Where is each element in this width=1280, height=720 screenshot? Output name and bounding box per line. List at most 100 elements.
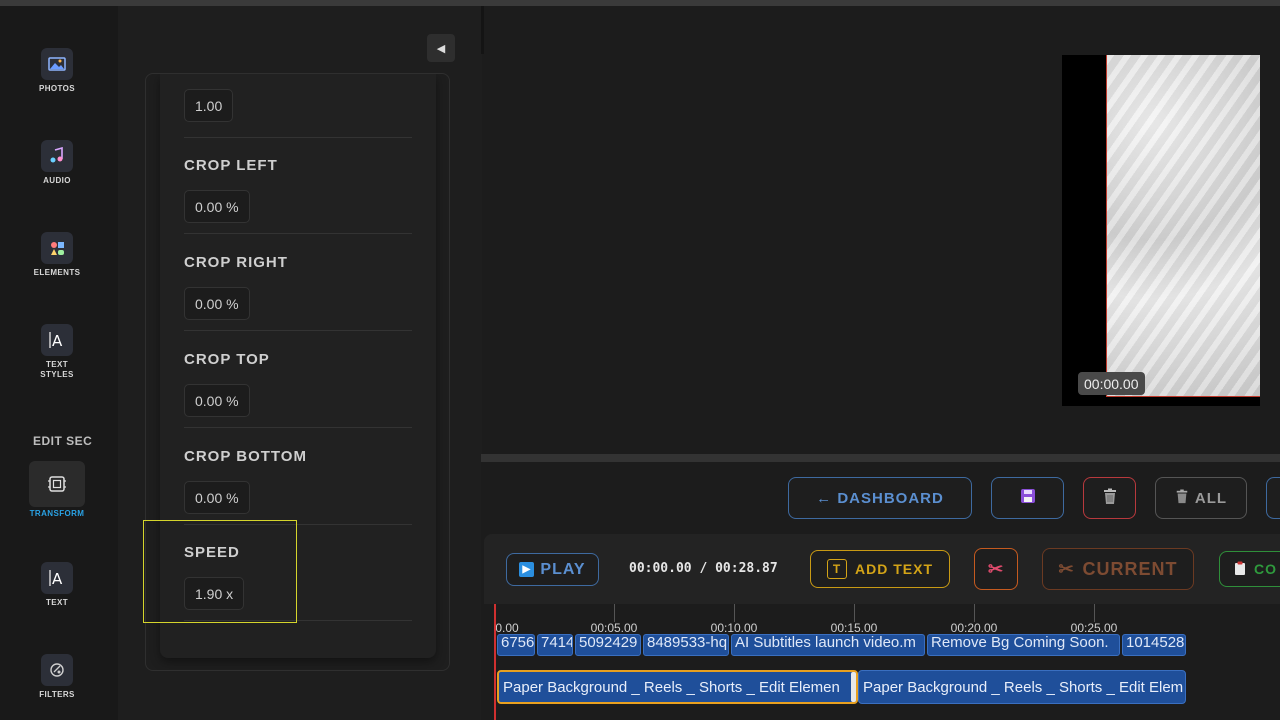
- play-button[interactable]: ▶ PLAY: [506, 553, 599, 586]
- sidebar-item-label: TEXT STYLES: [40, 360, 74, 380]
- collapse-left-icon: ◀: [436, 42, 446, 55]
- audio-icon: [41, 140, 73, 172]
- scissors-icon: ✂: [1058, 558, 1075, 579]
- opacity-input[interactable]: 1.00: [184, 89, 234, 122]
- text-icon: T: [827, 559, 847, 579]
- sidebar: PHOTOS AUDIO ELEMENTS A TEXT STYLES EDIT…: [0, 6, 118, 720]
- trash-icon: [1102, 488, 1118, 509]
- speed-highlight-box: [143, 520, 297, 623]
- tick-mark: [734, 604, 735, 622]
- copy-button[interactable]: CO: [1219, 551, 1280, 587]
- delete-all-label: ALL: [1194, 489, 1228, 507]
- crop-right-label: CROP RIGHT: [184, 254, 288, 271]
- timeline-clip[interactable]: 6756: [497, 634, 535, 656]
- sidebar-item-label: ELEMENTS: [33, 268, 81, 277]
- timeline-clip[interactable]: Paper Background _ Reels _ Shorts _ Edit…: [858, 670, 1186, 704]
- sidebar-item-transform[interactable]: TRANSFORM: [14, 461, 100, 519]
- play-label: PLAY: [540, 560, 586, 578]
- elements-icon: [41, 232, 73, 264]
- crop-left-property: CROP LEFT 0.00 %: [184, 157, 412, 223]
- clip-label: Paper Background _ Reels _ Shorts _ Edit…: [503, 678, 840, 696]
- copy-label: CO: [1254, 561, 1277, 577]
- tick-mark: [1094, 604, 1095, 622]
- add-text-label: ADD TEXT: [855, 561, 933, 577]
- sidebar-item-audio[interactable]: AUDIO: [14, 140, 100, 186]
- timeline-clip[interactable]: 1014528: [1122, 634, 1186, 656]
- scissors-icon: ✂: [987, 558, 1005, 579]
- timeline-clip[interactable]: AI Subtitles launch video.m: [731, 634, 925, 656]
- preview-frame-image: [1106, 55, 1260, 397]
- sidebar-item-filters[interactable]: FILTERS: [14, 654, 100, 700]
- svg-text:A: A: [52, 570, 63, 588]
- sidebar-item-label: AUDIO: [43, 176, 71, 185]
- text-styles-icon: A: [41, 324, 73, 356]
- crop-right-input[interactable]: 0.00 %: [184, 287, 250, 320]
- crop-bottom-input[interactable]: 0.00 %: [184, 481, 250, 514]
- preview-time-badge: 00:00.00: [1078, 372, 1145, 395]
- delete-button[interactable]: [1083, 477, 1136, 519]
- split-current-button[interactable]: ✂ CURRENT: [1042, 548, 1194, 590]
- edit-section-label: EDIT SEC: [33, 434, 93, 448]
- sidebar-item-label: PHOTOS: [38, 84, 76, 93]
- crop-top-input[interactable]: 0.00 %: [184, 384, 250, 417]
- divider: [184, 233, 412, 234]
- clip-trim-handle[interactable]: [851, 672, 856, 702]
- filters-icon: [41, 654, 73, 686]
- tick-mark: [614, 604, 615, 622]
- divider: [184, 427, 412, 428]
- timecode-display: 00:00.00 / 00:28.87: [629, 561, 778, 576]
- timeline-ruler[interactable]: 0.00 00:05.00 00:10.00 00:15.00 00:20.00…: [494, 604, 1187, 635]
- tick-label: 00:20.00: [950, 621, 998, 635]
- timeline-clip[interactable]: 5092429: [575, 634, 641, 656]
- tick-label: 00:10.00: [710, 621, 758, 635]
- clip-label: Paper Background _ Reels _ Shorts _ Edit…: [863, 678, 1184, 696]
- sidebar-item-text[interactable]: A TEXT: [14, 562, 100, 608]
- divider: [184, 330, 412, 331]
- opacity-property: 1.00: [184, 74, 412, 122]
- crop-bottom-label: CROP BOTTOM: [184, 448, 307, 465]
- crop-top-property: CROP TOP 0.00 %: [184, 351, 412, 417]
- sidebar-item-photos[interactable]: PHOTOS: [14, 48, 100, 94]
- sidebar-item-label: FILTERS: [39, 690, 75, 699]
- play-icon: ▶: [519, 562, 535, 577]
- save-button[interactable]: [991, 477, 1064, 519]
- timeline-clip[interactable]: 8489533-hq: [643, 634, 729, 656]
- crop-right-property: CROP RIGHT 0.00 %: [184, 254, 412, 320]
- sidebar-item-text-styles[interactable]: A TEXT STYLES: [14, 324, 100, 381]
- resize-handle[interactable]: [481, 454, 1280, 462]
- sidebar-item-elements[interactable]: ELEMENTS: [14, 232, 100, 278]
- crop-left-input[interactable]: 0.00 %: [184, 190, 250, 223]
- split-button[interactable]: ✂: [974, 548, 1018, 590]
- clipboard-icon: [1234, 561, 1246, 578]
- current-label: CURRENT: [1082, 558, 1178, 579]
- sidebar-item-label: TEXT: [45, 598, 69, 607]
- playhead[interactable]: [494, 604, 496, 720]
- save-icon: [1020, 488, 1036, 508]
- tick-mark: [974, 604, 975, 622]
- timeline-clip[interactable]: 7414: [537, 634, 573, 656]
- tick-mark: [854, 604, 855, 622]
- crop-left-label: CROP LEFT: [184, 157, 278, 174]
- video-preview[interactable]: [1062, 55, 1260, 406]
- crop-top-label: CROP TOP: [184, 351, 270, 368]
- sidebar-item-label: TRANSFORM: [29, 509, 85, 518]
- tick-label: 00:15.00: [830, 621, 878, 635]
- toolbar-overflow-button[interactable]: [1266, 477, 1280, 519]
- text-icon: A: [41, 562, 73, 594]
- dashboard-button[interactable]: ← DASHBOARD: [788, 477, 972, 519]
- tick-label: 00:25.00: [1070, 621, 1118, 635]
- crop-bottom-property: CROP BOTTOM 0.00 %: [184, 448, 412, 514]
- transform-icon: [29, 461, 85, 507]
- divider: [184, 137, 412, 138]
- trash-icon: [1175, 489, 1189, 508]
- timeline-clip[interactable]: Remove Bg Coming Soon.: [927, 634, 1120, 656]
- collapse-panel-button[interactable]: ◀: [427, 34, 455, 62]
- add-text-button[interactable]: T ADD TEXT: [810, 550, 950, 588]
- delete-all-button[interactable]: ALL: [1155, 477, 1247, 519]
- tick-label: 00:05.00: [590, 621, 638, 635]
- tick-label: 0.00: [495, 621, 519, 635]
- selected-timeline-clip[interactable]: Paper Background _ Reels _ Shorts _ Edit…: [497, 670, 858, 704]
- photos-icon: [41, 48, 73, 80]
- svg-text:A: A: [52, 332, 63, 350]
- panel-divider: [481, 6, 484, 54]
